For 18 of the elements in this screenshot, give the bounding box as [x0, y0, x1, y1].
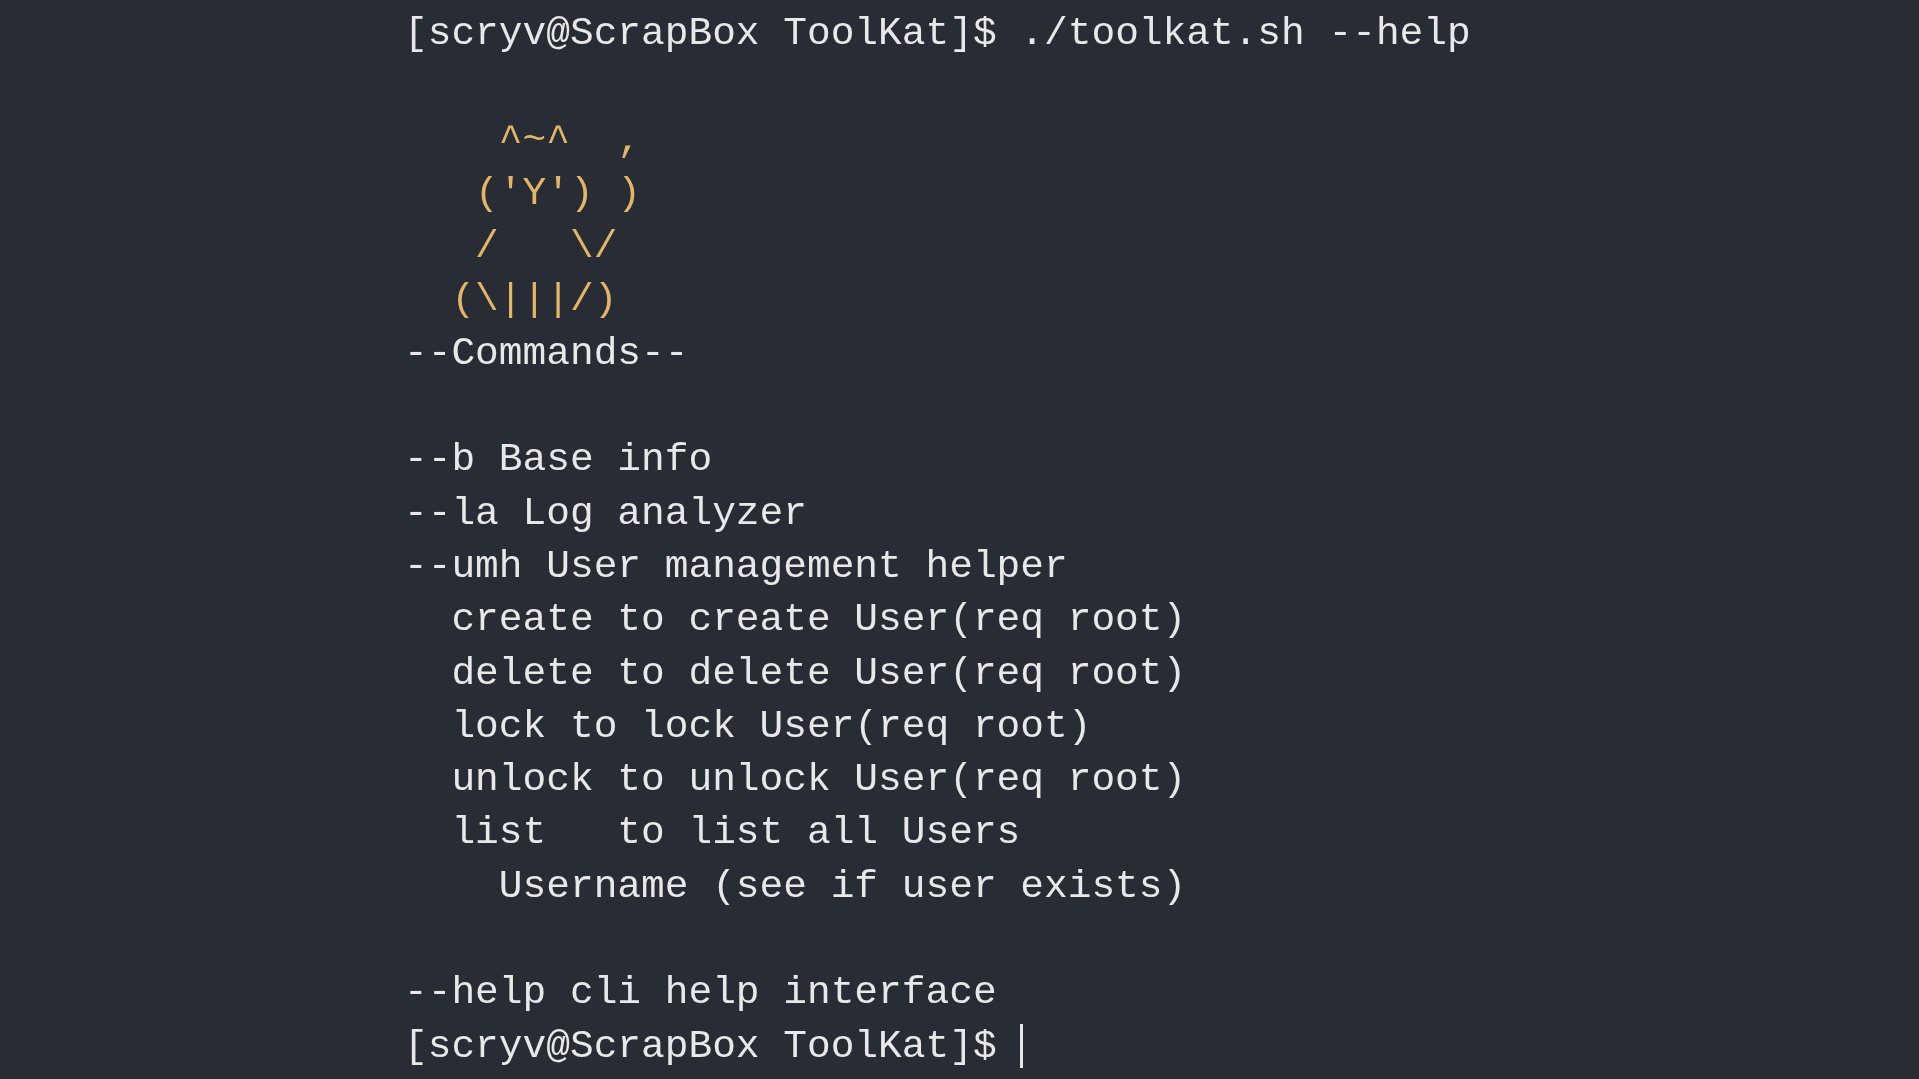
output-line: --umh User management helper	[404, 543, 1068, 589]
ascii-art-line: ^~^ ,	[497, 117, 642, 163]
output-line: --la Log analyzer	[404, 490, 807, 536]
shell-prompt: [scryv@ScrapBox ToolKat]$	[404, 11, 997, 56]
output-line: --Commands--	[404, 330, 689, 376]
shell-prompt: [scryv@ScrapBox ToolKat]$	[404, 1023, 997, 1069]
output-line: --help cli help interface	[404, 970, 997, 1016]
output-line: list to list all Users	[450, 810, 1021, 856]
output-line: --b Base info	[404, 437, 713, 483]
output-line: unlock to unlock User(req root)	[450, 757, 1187, 803]
output-line: delete to delete User(req root)	[450, 650, 1187, 696]
ascii-art-line: ('Y') )	[474, 170, 642, 216]
command-text: ./toolkat.sh --help	[1020, 11, 1471, 56]
output-line: lock to lock User(req root)	[450, 703, 1092, 749]
output-line: create to create User(req root)	[450, 597, 1187, 643]
output-line: Username (see if user exists)	[497, 863, 1187, 909]
ascii-art-line: / \/	[474, 224, 618, 270]
ascii-art-line: (\|||/)	[450, 277, 618, 323]
